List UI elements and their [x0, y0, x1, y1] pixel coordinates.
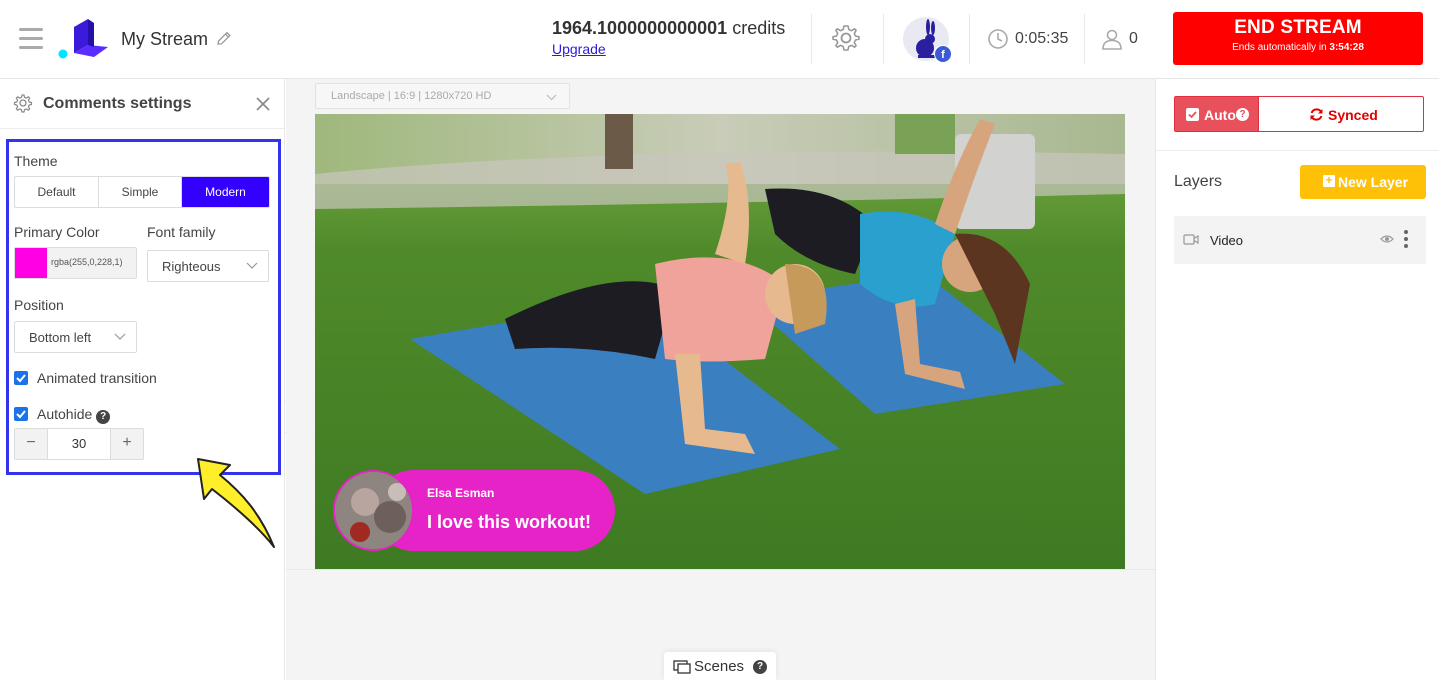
clock-icon: [988, 29, 1008, 49]
theme-option-modern[interactable]: Modern: [182, 177, 269, 207]
auto-toggle-button[interactable]: Auto ?: [1174, 96, 1259, 132]
checkbox-checked-icon: [14, 371, 28, 385]
user-avatar[interactable]: f: [903, 17, 952, 63]
upgrade-link[interactable]: Upgrade: [552, 41, 606, 57]
color-value: rgba(255,0,228,1): [51, 257, 123, 267]
panel-header: Comments settings: [0, 79, 284, 129]
viewer-count: 0: [1129, 30, 1138, 47]
stream-title: My Stream: [121, 29, 209, 49]
theme-selector: Default Simple Modern: [14, 176, 270, 208]
theme-label: Theme: [14, 153, 58, 169]
settings-gear-icon[interactable]: [830, 22, 862, 54]
end-stream-label: END STREAM: [1234, 17, 1362, 38]
font-family-select[interactable]: Righteous: [147, 250, 269, 282]
autohide-label: Autohide ?: [37, 406, 111, 424]
layout-value: Landscape | 16:9 | 1280x720 HD: [331, 90, 492, 102]
edit-pencil-icon[interactable]: [215, 30, 233, 48]
settings-highlight-box: Theme Default Simple Modern Primary Colo…: [6, 139, 281, 475]
layers-title: Layers: [1174, 173, 1223, 190]
position-label: Position: [14, 297, 64, 313]
primary-color-picker[interactable]: rgba(255,0,228,1): [14, 247, 137, 279]
autohide-checkbox[interactable]: Autohide ?: [14, 405, 134, 425]
color-swatch: [15, 248, 47, 278]
font-family-value: Righteous: [162, 259, 221, 274]
chevron-down-icon: [114, 333, 126, 340]
synced-button[interactable]: Synced: [1258, 96, 1424, 132]
chevron-down-icon: [546, 94, 557, 101]
layer-item-video[interactable]: Video: [1174, 216, 1426, 264]
help-icon[interactable]: ?: [1236, 108, 1249, 121]
help-icon[interactable]: ?: [753, 660, 767, 674]
autohide-seconds-input[interactable]: 30: [47, 429, 111, 459]
comments-settings-panel: Comments settings Theme Default Simple M…: [0, 79, 285, 680]
synced-label: Synced: [1328, 107, 1378, 123]
primary-color-label: Primary Color: [14, 224, 100, 240]
checkbox-checked-icon: [14, 407, 28, 421]
credits-display: 1964.1000000000001 credits: [552, 18, 785, 39]
app-logo-icon: [58, 19, 108, 59]
header-divider: [811, 14, 812, 64]
layer-name: Video: [1210, 233, 1244, 248]
new-layer-button[interactable]: + New Layer: [1300, 165, 1426, 199]
comment-text: I love this workout!: [427, 512, 592, 532]
animated-transition-checkbox[interactable]: Animated transition: [14, 369, 214, 389]
top-header: My Stream 1964.1000000000001 credits Upg…: [0, 0, 1439, 79]
scenes-tab[interactable]: Scenes ?: [664, 652, 776, 680]
font-family-label: Font family: [147, 224, 216, 240]
scenes-label: Scenes: [694, 658, 745, 675]
credits-value: 1964.1000000000001: [552, 18, 728, 38]
theme-option-default[interactable]: Default: [15, 177, 99, 207]
settings-gear-icon: [13, 94, 33, 113]
sync-controls: Auto ? Synced: [1156, 79, 1439, 151]
annotation-arrow-icon: [197, 458, 275, 548]
eye-visibility-icon[interactable]: [1380, 234, 1394, 244]
video-preview[interactable]: Elsa Esman I love this workout!: [315, 114, 1125, 570]
autohide-seconds-stepper: − 30 +: [14, 428, 144, 460]
position-value: Bottom left: [29, 330, 92, 345]
decrement-button[interactable]: −: [15, 429, 47, 459]
hamburger-menu-icon[interactable]: [19, 28, 43, 49]
auto-end-countdown: Ends automatically in 3:54:28: [1232, 42, 1364, 53]
panel-title: Comments settings: [43, 95, 192, 112]
credits-unit: credits: [732, 18, 786, 38]
close-icon[interactable]: [254, 95, 272, 113]
stage-divider: [286, 569, 1155, 570]
commenter-avatar: [333, 470, 414, 551]
stream-timer: 0:05:35: [1015, 30, 1069, 47]
scenes-icon: [673, 660, 691, 674]
plus-icon: +: [1323, 174, 1335, 187]
animated-transition-label: Animated transition: [37, 370, 157, 386]
facebook-badge-icon: f: [934, 45, 952, 63]
header-divider: [883, 14, 884, 64]
position-select[interactable]: Bottom left: [14, 321, 137, 353]
header-divider: [969, 14, 970, 64]
layers-panel: Auto ? Synced Layers + New Layer Video: [1155, 79, 1439, 680]
video-camera-icon: [1183, 234, 1199, 245]
header-divider: [1084, 14, 1085, 64]
layout-select[interactable]: Landscape | 16:9 | 1280x720 HD: [315, 83, 570, 109]
help-icon[interactable]: ?: [96, 410, 111, 424]
theme-option-simple[interactable]: Simple: [99, 177, 182, 207]
stage-area: Landscape | 16:9 | 1280x720 HD Elsa Esma…: [286, 79, 1155, 680]
viewer-user-icon: [1102, 29, 1122, 50]
end-stream-button[interactable]: END STREAM Ends automatically in 3:54:28: [1173, 12, 1423, 65]
chevron-down-icon: [246, 262, 258, 269]
checkbox-icon: [1186, 108, 1199, 121]
more-options-icon[interactable]: [1402, 230, 1410, 250]
sync-icon: [1310, 108, 1323, 121]
comment-overlay: Elsa Esman I love this workout!: [333, 470, 615, 551]
auto-label: Auto: [1204, 107, 1236, 123]
commenter-name: Elsa Esman: [427, 486, 495, 500]
increment-button[interactable]: +: [111, 429, 143, 459]
new-layer-label: New Layer: [1338, 174, 1409, 190]
